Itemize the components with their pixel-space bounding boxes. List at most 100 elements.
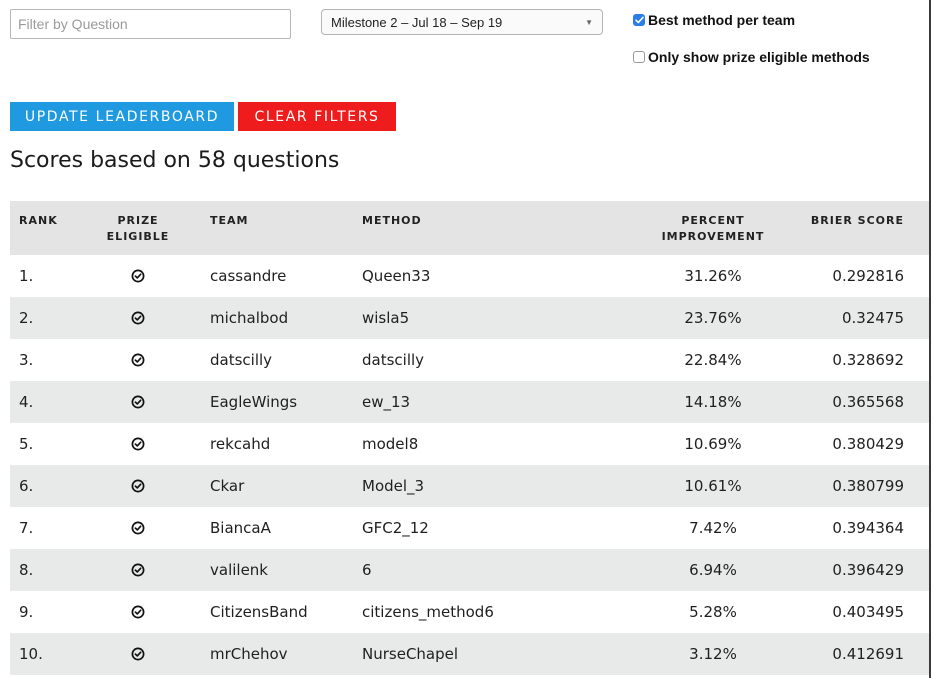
header-prize-line1: PRIZE [117, 214, 159, 227]
check-circle-icon [131, 395, 145, 409]
brier-score-cell: 0.394364 [832, 519, 904, 537]
method-cell: wisla5 [362, 309, 410, 327]
header-prize-line2: ELIGIBLE [106, 230, 170, 243]
team-cell: datscilly [210, 351, 273, 369]
check-circle-icon [131, 437, 145, 451]
prize-eligible-cell [117, 297, 159, 339]
best-method-checkbox[interactable] [633, 14, 645, 26]
leaderboard-page: Milestone 2 – Jul 18 – Sep 19 ▼ Best met… [0, 0, 931, 678]
header-pct-line2: IMPROVEMENT [661, 230, 765, 243]
table-row: 7. BiancaA GFC2_12 7.42% 0.394364 [10, 507, 929, 549]
prize-eligible-cell [117, 423, 159, 465]
header-brier-score[interactable]: BRIER SCORE [811, 213, 904, 229]
percent-improvement-cell: 23.76% [684, 309, 742, 327]
table-row: 10. mrChehov NurseChapel 3.12% 0.412691 [10, 633, 929, 675]
brier-score-cell: 0.412691 [832, 645, 904, 663]
brier-score-cell: 0.380799 [832, 477, 904, 495]
prize-eligible-cell [117, 465, 159, 507]
header-prize-eligible[interactable]: PRIZE ELIGIBLE [100, 213, 176, 245]
team-cell: Ckar [210, 477, 245, 495]
prize-eligible-cell [117, 255, 159, 297]
brier-score-cell: 0.380429 [832, 435, 904, 453]
prize-eligible-cell [117, 591, 159, 633]
team-cell: michalbod [210, 309, 289, 327]
header-pct-line1: PERCENT [681, 214, 745, 227]
header-rank[interactable]: RANK [19, 213, 58, 229]
check-circle-icon [131, 605, 145, 619]
update-leaderboard-button[interactable]: UPDATE LEADERBOARD [10, 102, 234, 131]
percent-improvement-cell: 14.18% [684, 393, 742, 411]
clear-filters-button[interactable]: CLEAR FILTERS [238, 102, 396, 131]
brier-score-cell: 0.403495 [832, 603, 904, 621]
header-team[interactable]: TEAM [210, 213, 248, 229]
table-body: 1. cassandre Queen33 31.26% 0.292816 2. michal… [10, 255, 929, 675]
check-circle-icon [131, 479, 145, 493]
brier-score-cell: 0.328692 [832, 351, 904, 369]
team-cell: BiancaA [210, 519, 271, 537]
prize-eligible-cell [117, 633, 159, 675]
team-cell: rekcahd [210, 435, 271, 453]
check-circle-icon [131, 647, 145, 661]
check-circle-icon [131, 269, 145, 283]
team-cell: EagleWings [210, 393, 298, 411]
milestone-select[interactable]: Milestone 2 – Jul 18 – Sep 19 ▼ [321, 9, 603, 35]
team-cell: cassandre [210, 267, 287, 285]
rank-cell: 2. [19, 309, 34, 327]
percent-improvement-cell: 7.42% [689, 519, 737, 537]
method-cell: Queen33 [362, 267, 431, 285]
prize-eligible-cell [117, 549, 159, 591]
prize-eligible-checkbox[interactable] [633, 51, 645, 63]
table-row: 2. michalbod wisla5 23.76% 0.32475 [10, 297, 929, 339]
brier-score-cell: 0.365568 [832, 393, 904, 411]
table-row: 5. rekcahd model8 10.69% 0.380429 [10, 423, 929, 465]
percent-improvement-cell: 6.94% [689, 561, 737, 579]
brier-score-cell: 0.292816 [832, 267, 904, 285]
percent-improvement-cell: 5.28% [689, 603, 737, 621]
percent-improvement-cell: 3.12% [689, 645, 737, 663]
rank-cell: 9. [19, 603, 34, 621]
table-row: 8. valilenk 6 6.94% 0.396429 [10, 549, 929, 591]
prize-eligible-label: Only show prize eligible methods [648, 49, 870, 65]
brier-score-cell: 0.396429 [832, 561, 904, 579]
checkmark-icon [634, 16, 644, 24]
header-percent-improvement[interactable]: PERCENT IMPROVEMENT [658, 213, 768, 245]
rank-cell: 6. [19, 477, 34, 495]
rank-cell: 7. [19, 519, 34, 537]
rank-cell: 8. [19, 561, 34, 579]
table-row: 3. datscilly datscilly 22.84% 0.328692 [10, 339, 929, 381]
prize-eligible-toggle[interactable]: Only show prize eligible methods [633, 49, 870, 65]
rank-cell: 4. [19, 393, 34, 411]
team-cell: mrChehov [210, 645, 288, 663]
rank-cell: 5. [19, 435, 34, 453]
milestone-select-value: Milestone 2 – Jul 18 – Sep 19 [331, 14, 503, 30]
table-row: 4. EagleWings ew_13 14.18% 0.365568 [10, 381, 929, 423]
table-row: 1. cassandre Queen33 31.26% 0.292816 [10, 255, 929, 297]
method-cell: NurseChapel [362, 645, 459, 663]
method-cell: datscilly [362, 351, 425, 369]
best-method-toggle[interactable]: Best method per team [633, 12, 795, 28]
scores-summary-title: Scores based on 58 questions [10, 148, 340, 173]
question-filter-input[interactable] [10, 9, 291, 39]
leaderboard-table: RANK PRIZE ELIGIBLE TEAM METHOD PERCENT … [10, 201, 929, 675]
check-circle-icon [131, 311, 145, 325]
percent-improvement-cell: 10.69% [684, 435, 742, 453]
check-circle-icon [131, 353, 145, 367]
method-cell: GFC2_12 [362, 519, 429, 537]
percent-improvement-cell: 10.61% [684, 477, 742, 495]
table-row: 6. Ckar Model_3 10.61% 0.380799 [10, 465, 929, 507]
table-header: RANK PRIZE ELIGIBLE TEAM METHOD PERCENT … [10, 201, 929, 255]
rank-cell: 10. [19, 645, 43, 663]
prize-eligible-cell [117, 339, 159, 381]
check-circle-icon [131, 563, 145, 577]
header-method[interactable]: METHOD [362, 213, 422, 229]
percent-improvement-cell: 31.26% [684, 267, 742, 285]
prize-eligible-cell [117, 507, 159, 549]
method-cell: Model_3 [362, 477, 425, 495]
rank-cell: 3. [19, 351, 34, 369]
rank-cell: 1. [19, 267, 34, 285]
method-cell: citizens_method6 [362, 603, 494, 621]
team-cell: valilenk [210, 561, 268, 579]
brier-score-cell: 0.32475 [841, 309, 904, 327]
method-cell: 6 [362, 561, 372, 579]
method-cell: ew_13 [362, 393, 411, 411]
